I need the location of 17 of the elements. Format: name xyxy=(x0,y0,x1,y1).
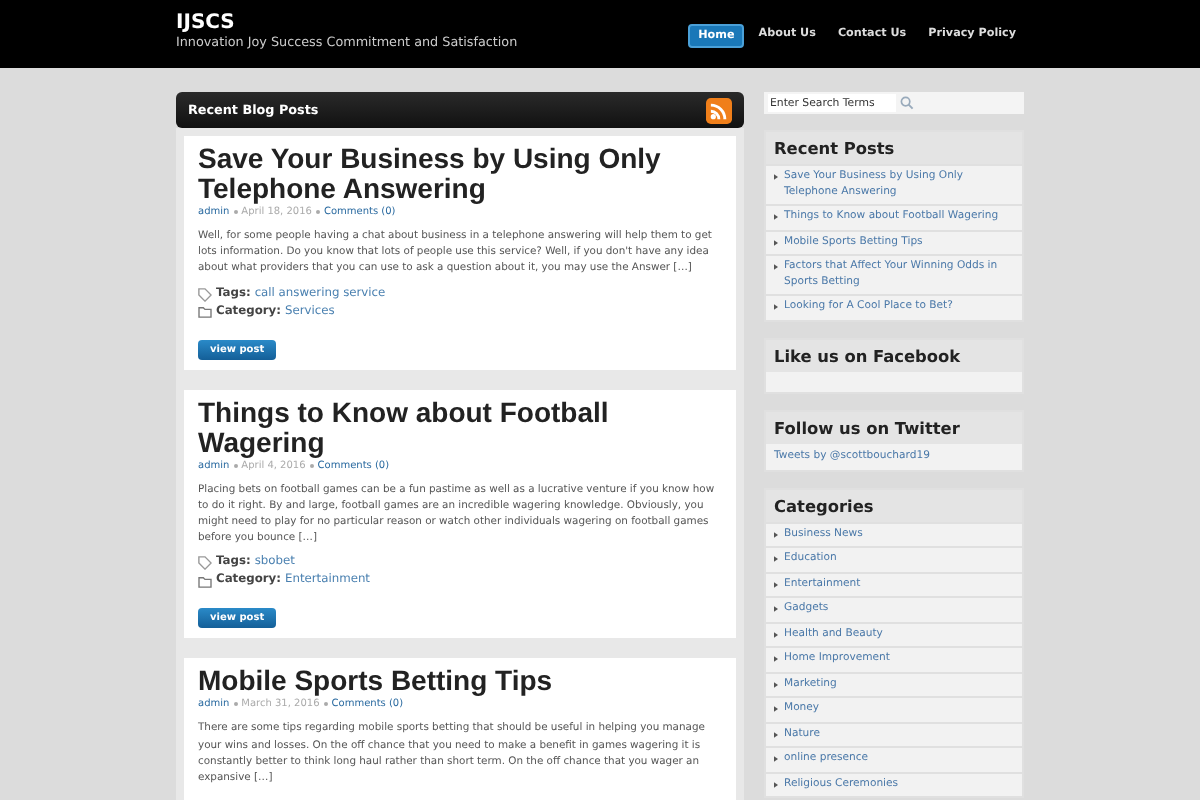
dot-icon xyxy=(233,702,238,707)
post-title[interactable]: Things to Know about Football Wagering xyxy=(198,397,722,458)
widget-title: Follow us on Twitter xyxy=(766,411,1022,443)
dot-icon xyxy=(233,463,238,468)
widget-title: Categories xyxy=(766,489,1022,521)
rss-icon[interactable] xyxy=(706,97,732,123)
folder-icon xyxy=(198,306,212,319)
tag-icon xyxy=(198,287,212,302)
post-title[interactable]: Save Your Business by Using Only Telephone Answering xyxy=(198,144,722,204)
site-title[interactable]: IJSCS xyxy=(176,12,518,34)
widget-title: Recent Posts xyxy=(766,132,1022,164)
widget-title: Like us on Facebook xyxy=(766,339,1022,371)
tag-icon xyxy=(198,556,212,571)
post-title[interactable]: Mobile Sports Betting Tips xyxy=(198,666,722,697)
dot-icon xyxy=(309,463,314,468)
folder-icon xyxy=(198,575,212,588)
dot-icon xyxy=(323,702,328,707)
